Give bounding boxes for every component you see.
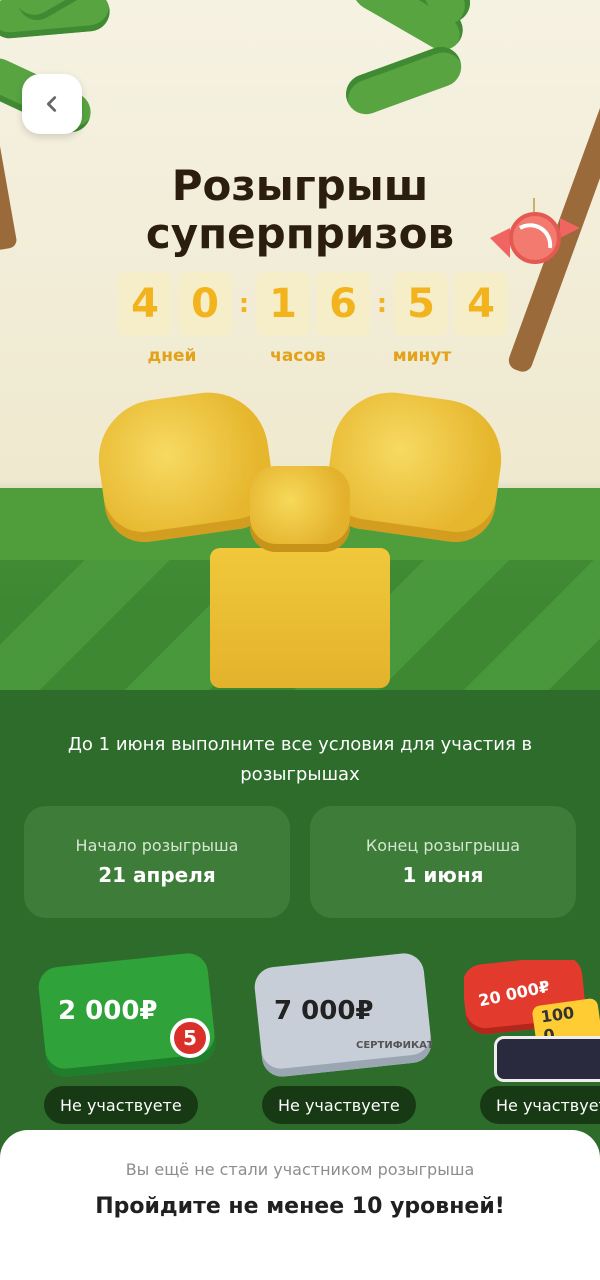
prize-3-status-badge: Не участвуете: [480, 1086, 600, 1124]
prize-1-status-badge: Не участвуете: [44, 1086, 198, 1124]
pyaterochka-logo-icon: 5: [170, 1018, 210, 1058]
start-label: Начало розыгрыша: [75, 836, 239, 855]
prize-2-amount: 7 000₽: [274, 996, 374, 1026]
bottom-sheet[interactable]: Вы ещё не стали участником розыгрыша Про…: [0, 1130, 600, 1280]
minutes-label: минут: [392, 346, 452, 366]
prize-1-amount: 2 000₽: [58, 996, 158, 1026]
hours-label: часов: [270, 346, 326, 366]
gift-ribbon: [210, 548, 390, 688]
countdown-hours-digit-2: 6: [316, 272, 370, 336]
gift-bow-knot: [250, 466, 350, 552]
chevron-left-icon: [46, 96, 57, 112]
screen: Розыгрыш суперпризов 4 0 : 1 6 : 5 4 дне…: [0, 0, 600, 1280]
svg-text:5: 5: [183, 1026, 197, 1050]
end-value: 1 июня: [402, 863, 484, 887]
bottom-sheet-title: Пройдите не менее 10 уровней!: [95, 1194, 505, 1219]
back-button[interactable]: [22, 74, 82, 134]
title-line-1: Розыгрыш: [171, 161, 429, 210]
prize-3-device: [494, 1036, 600, 1082]
countdown-hours-digit-1: 1: [256, 272, 310, 336]
prize-2-status-badge: Не участвуете: [262, 1086, 416, 1124]
countdown-separator: :: [238, 289, 250, 319]
start-value: 21 апреля: [98, 863, 216, 887]
end-label: Конец розыгрыша: [365, 836, 521, 855]
prize-2-subtitle: СЕРТИФИКАТ: [356, 1040, 434, 1051]
countdown-minutes-digit-1: 5: [394, 272, 448, 336]
countdown-days-digit-2: 0: [178, 272, 232, 336]
start-date-card: Начало розыгрыша 21 апреля: [24, 806, 290, 918]
page-title: Розыгрыш суперпризов: [0, 162, 600, 258]
bottom-sheet-subtitle: Вы ещё не стали участником розыгрыша: [125, 1160, 475, 1179]
end-date-card: Конец розыгрыша 1 июня: [310, 806, 576, 918]
countdown-minutes-digit-2: 4: [454, 272, 508, 336]
description-text: До 1 июня выполните все условия для учас…: [67, 734, 533, 785]
countdown-days-digit-1: 4: [118, 272, 172, 336]
countdown-separator: :: [376, 289, 388, 319]
days-label: дней: [147, 346, 197, 366]
countdown: 4 0 : 1 6 : 5 4: [118, 272, 514, 336]
title-line-2: суперпризов: [145, 209, 455, 258]
